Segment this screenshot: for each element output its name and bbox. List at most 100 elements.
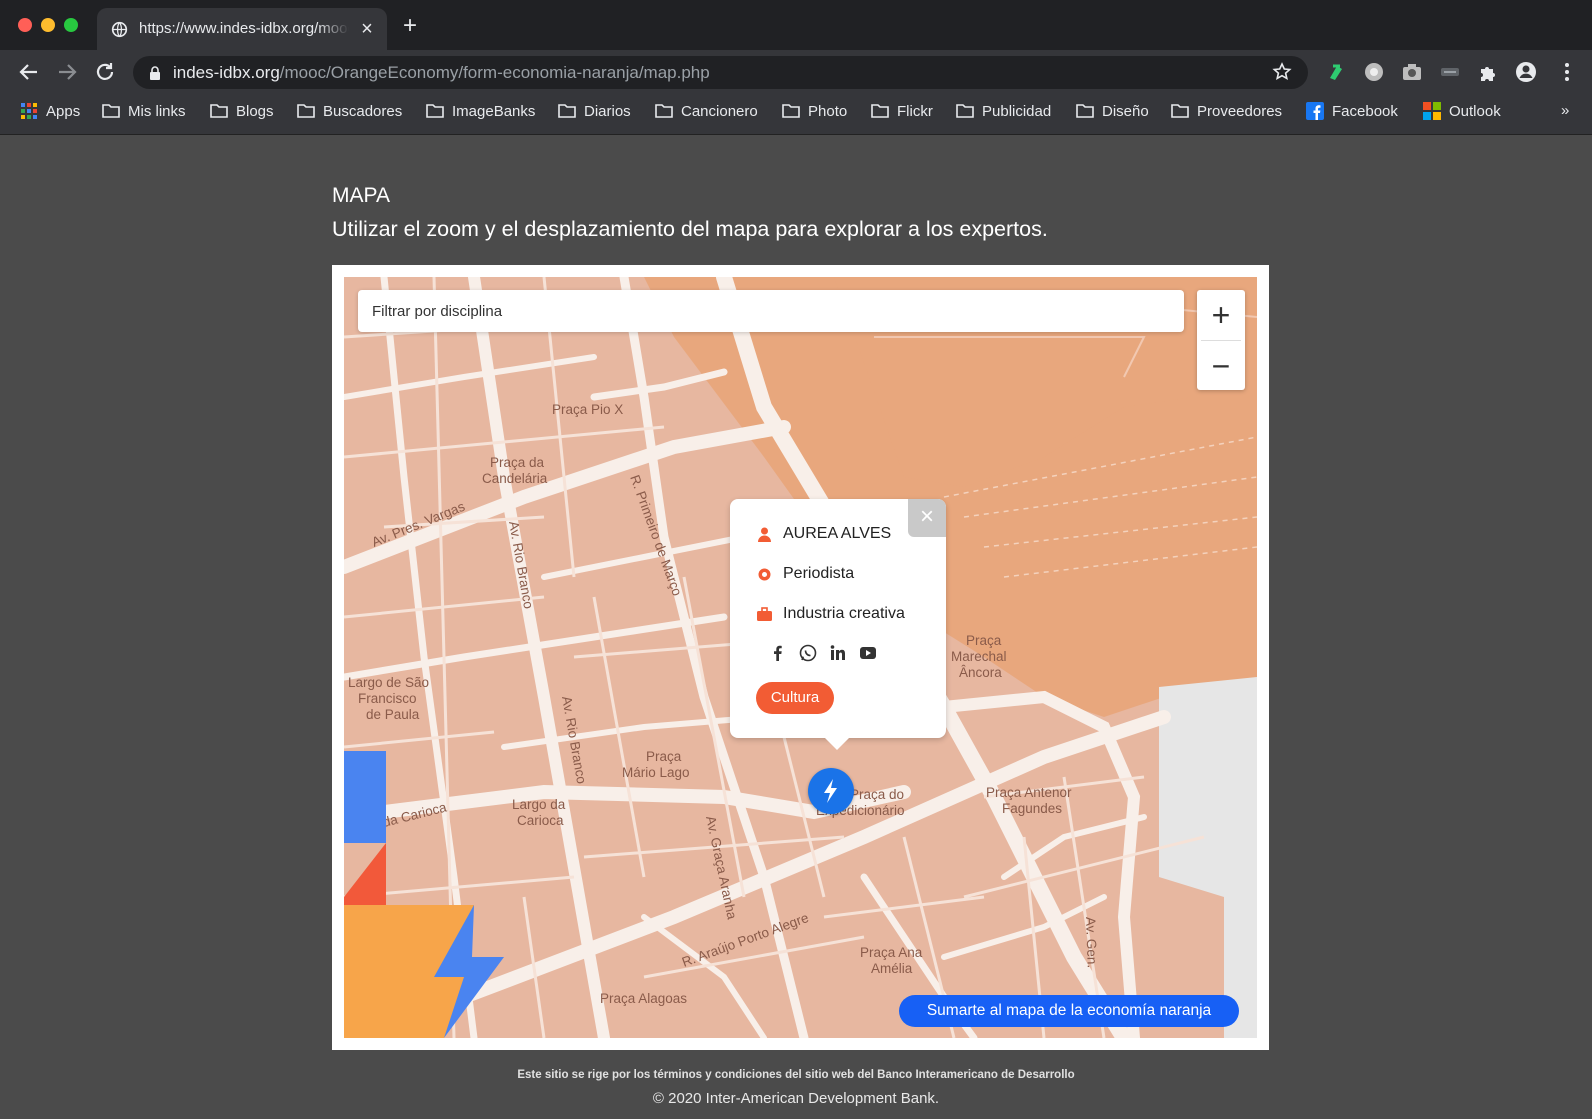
zoom-out-button[interactable]: − [1197, 341, 1245, 391]
map-viewport[interactable]: Praça Pio X Praça da Candelária Av. Pres… [344, 277, 1257, 1038]
tab-bar: https://www.indes-idbx.org/mooc/OrangeEc… [0, 0, 1592, 50]
map-label: Marechal [951, 649, 1007, 664]
url-path: /mooc/OrangeEconomy/form-economia-naranj… [279, 63, 710, 82]
facebook-icon [1306, 102, 1324, 120]
map-label: Mário Lago [622, 765, 690, 780]
gear-icon [758, 568, 771, 580]
bookmarks-overflow-button[interactable]: » [1561, 102, 1569, 119]
map-label: Praça do [850, 787, 904, 802]
map-label: Praça Antenor [986, 785, 1072, 800]
map-label: Praça Ana [860, 945, 923, 960]
zoom-controls: + − [1197, 290, 1245, 390]
folder-icon [426, 104, 444, 118]
whatsapp-icon[interactable] [798, 643, 818, 663]
address-bar[interactable]: indes-idbx.org/mooc/OrangeEconomy/form-e… [133, 56, 1308, 89]
expert-map-marker[interactable] [808, 768, 854, 814]
map-label: R. Araújo Porto Alegre [680, 910, 811, 970]
browser-tab[interactable]: https://www.indes-idbx.org/mooc/OrangeEc… [97, 8, 387, 50]
folder-icon [782, 104, 800, 118]
bookmark-folder[interactable]: Photo [782, 94, 847, 128]
forward-arrow-icon[interactable] [53, 58, 81, 86]
folder-icon [102, 104, 120, 118]
copyright-notice: © 2020 Inter-American Development Bank. [652, 1090, 940, 1107]
bookmark-folder[interactable]: Cancionero [655, 94, 758, 128]
bookmark-folder[interactable]: Buscadores [297, 94, 402, 128]
popup-close-button[interactable]: × [908, 499, 946, 537]
bookmark-label: Mis links [128, 102, 186, 120]
expert-name-row: AUREA ALVES [756, 525, 891, 543]
bookmark-label: Blogs [236, 102, 274, 120]
lightning-icon [824, 779, 837, 803]
discipline-tag-button[interactable]: Cultura [756, 682, 834, 714]
bookmark-folder[interactable]: Blogs [210, 94, 274, 128]
bookmark-outlook[interactable]: Outlook [1423, 94, 1501, 128]
extension-bar-icon[interactable] [1439, 61, 1461, 83]
bookmark-label: Photo [808, 102, 848, 120]
minimize-window-button[interactable] [41, 18, 55, 32]
bookmark-folder[interactable]: ImageBanks [426, 94, 535, 128]
person-icon [758, 527, 771, 542]
bookmark-folder[interactable]: Diarios [558, 94, 631, 128]
zoom-in-button[interactable]: + [1197, 290, 1245, 340]
discipline-filter-input[interactable] [358, 290, 1152, 332]
expert-role: Periodista [783, 565, 855, 582]
reload-icon[interactable] [91, 58, 119, 86]
bookmark-folder[interactable]: Flickr [871, 94, 933, 128]
join-map-button[interactable]: Sumarte al mapa de la economía naranja [899, 995, 1239, 1027]
bookmark-label: Facebook [1332, 102, 1398, 120]
expert-industry-row: Industria creativa [756, 605, 905, 623]
folder-icon [1171, 104, 1189, 118]
map-frame: Praça Pio X Praça da Candelária Av. Pres… [332, 265, 1269, 1050]
bookmark-label: ImageBanks [452, 102, 536, 120]
close-window-button[interactable] [18, 18, 32, 32]
bookmark-folder[interactable]: Mis links [102, 94, 186, 128]
map-label: Praça da [490, 455, 545, 470]
map-label: de Paula [366, 707, 420, 722]
bookmark-label: Proveedores [1197, 102, 1283, 120]
close-icon[interactable]: × [355, 17, 379, 41]
bookmark-folder[interactable]: Publicidad [956, 94, 1051, 128]
bookmark-facebook[interactable]: Facebook [1306, 94, 1398, 128]
social-links [768, 643, 878, 663]
linkedin-icon[interactable] [828, 643, 848, 663]
bookmark-star-icon[interactable] [1271, 61, 1293, 83]
bookmark-label: Cancionero [681, 102, 758, 120]
discipline-filter[interactable] [358, 290, 1184, 332]
bookmark-label: Flickr [897, 102, 933, 120]
new-tab-button[interactable]: + [398, 14, 422, 38]
camera-icon[interactable] [1401, 61, 1423, 83]
facebook-icon[interactable] [768, 643, 788, 663]
bookmark-folder[interactable]: Diseño [1076, 94, 1149, 128]
folder-icon [655, 104, 673, 118]
apps-grid-icon [21, 103, 37, 119]
profile-avatar-icon[interactable] [1515, 61, 1537, 83]
microsoft-icon [1423, 102, 1441, 120]
bookmark-folder[interactable]: Proveedores [1171, 94, 1282, 128]
map-label: Praça [966, 633, 1002, 648]
folder-icon [871, 104, 889, 118]
url-host: indes-idbx.org [173, 63, 280, 82]
map-label: Fagundes [1002, 801, 1062, 816]
extension-circle-icon[interactable] [1363, 61, 1385, 83]
bookmark-label: Publicidad [982, 102, 1052, 120]
browser-toolbar: indes-idbx.org/mooc/OrangeEconomy/form-e… [0, 50, 1592, 94]
expert-name: AUREA ALVES [783, 525, 892, 542]
bookmark-label: Diarios [584, 102, 631, 120]
menu-dots-icon[interactable] [1556, 61, 1578, 83]
bookmark-label: Outlook [1449, 102, 1501, 120]
map-label: Âncora [959, 665, 1002, 680]
bookmark-label: Apps [46, 102, 81, 120]
map-label: Praça Alagoas [600, 991, 687, 1006]
maximize-window-button[interactable] [64, 18, 78, 32]
tab-title: https://www.indes-idbx.org/mooc/OrangeEc… [139, 20, 349, 37]
puzzle-icon[interactable] [1477, 61, 1499, 83]
folder-icon [210, 104, 228, 118]
bookmark-apps[interactable]: Apps [20, 94, 80, 128]
map-label: Largo da [512, 797, 566, 812]
map-label: Largo de São [348, 675, 429, 690]
back-arrow-icon[interactable] [15, 58, 43, 86]
youtube-icon[interactable] [858, 643, 878, 663]
extension-leaf-icon[interactable] [1325, 61, 1347, 83]
url-text: indes-idbx.org/mooc/OrangeEconomy/form-e… [173, 63, 710, 83]
bookmarks-bar: Apps Mis links Blogs Buscadores ImageBan… [0, 94, 1592, 135]
